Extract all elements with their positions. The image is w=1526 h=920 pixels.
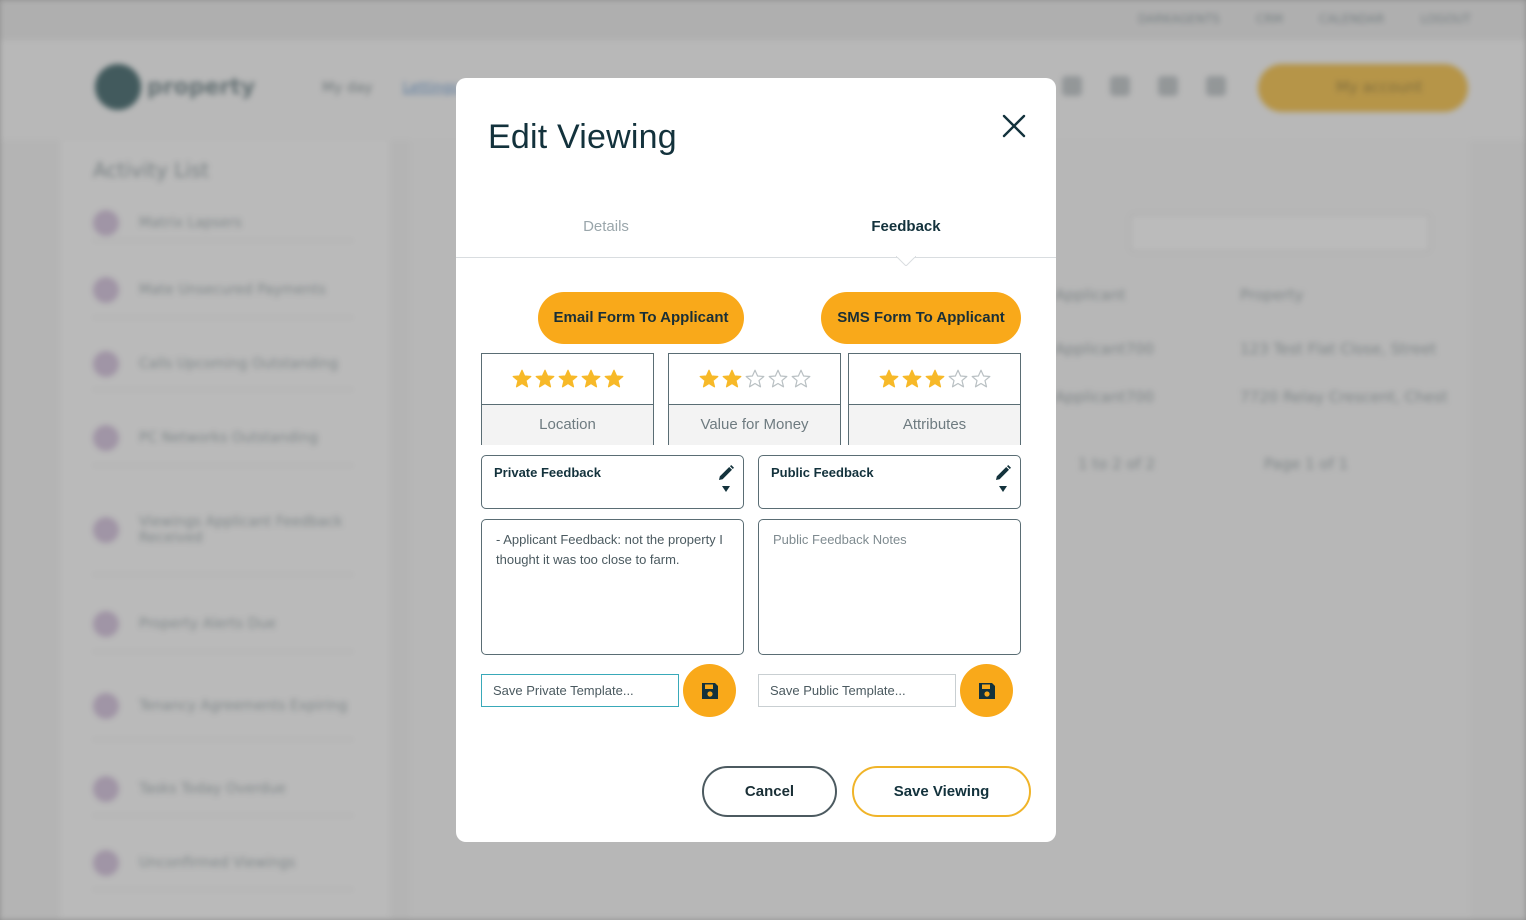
private-feedback-label: Private Feedback	[494, 465, 601, 480]
modal-title: Edit Viewing	[488, 118, 677, 156]
public-template-input[interactable]: Save Public Template...	[758, 674, 956, 707]
star-rating	[669, 354, 840, 405]
cancel-button[interactable]: Cancel	[702, 766, 837, 817]
rating-value-for-money: Value for Money	[668, 353, 841, 445]
pencil-icon[interactable]	[994, 464, 1012, 482]
floppy-disk-icon	[701, 682, 718, 699]
star-icon[interactable]	[722, 369, 742, 389]
star-rating	[849, 354, 1020, 405]
close-button[interactable]	[996, 108, 1032, 144]
rating-location: Location	[481, 353, 654, 445]
sms-form-button[interactable]: SMS Form To Applicant	[821, 292, 1021, 344]
star-icon[interactable]	[699, 369, 719, 389]
star-icon[interactable]	[902, 369, 922, 389]
rating-attributes: Attributes	[848, 353, 1021, 445]
private-feedback-select[interactable]: Private Feedback	[481, 455, 744, 509]
tab-bar: Details Feedback	[456, 218, 1056, 258]
private-template-input[interactable]: Save Private Template...	[481, 674, 679, 707]
close-icon	[1002, 114, 1026, 138]
edit-viewing-modal: Edit Viewing Details Feedback Email Form…	[456, 78, 1056, 842]
star-icon[interactable]	[535, 369, 555, 389]
star-icon[interactable]	[604, 369, 624, 389]
star-icon[interactable]	[948, 369, 968, 389]
star-rating	[482, 354, 653, 405]
star-icon[interactable]	[879, 369, 899, 389]
caret-down-icon[interactable]	[722, 486, 730, 492]
rating-label: Value for Money	[669, 405, 840, 445]
public-feedback-notes[interactable]: Public Feedback Notes	[758, 519, 1021, 655]
floppy-disk-icon	[978, 682, 995, 699]
email-form-button[interactable]: Email Form To Applicant	[538, 292, 744, 344]
rating-label: Attributes	[849, 405, 1020, 445]
caret-down-icon[interactable]	[999, 486, 1007, 492]
rating-label: Location	[482, 405, 653, 445]
star-icon[interactable]	[791, 369, 811, 389]
star-icon[interactable]	[971, 369, 991, 389]
star-icon[interactable]	[768, 369, 788, 389]
tab-details[interactable]: Details	[456, 218, 756, 235]
star-icon[interactable]	[581, 369, 601, 389]
save-viewing-button[interactable]: Save Viewing	[852, 766, 1031, 817]
private-feedback-notes[interactable]: - Applicant Feedback: not the property I…	[481, 519, 744, 655]
public-feedback-select[interactable]: Public Feedback	[758, 455, 1021, 509]
public-feedback-label: Public Feedback	[771, 465, 874, 480]
pencil-icon[interactable]	[717, 464, 735, 482]
star-icon[interactable]	[745, 369, 765, 389]
save-public-template-button[interactable]	[960, 664, 1013, 717]
tab-feedback[interactable]: Feedback	[756, 218, 1056, 235]
active-tab-indicator	[896, 256, 916, 266]
save-private-template-button[interactable]	[683, 664, 736, 717]
star-icon[interactable]	[558, 369, 578, 389]
star-icon[interactable]	[925, 369, 945, 389]
star-icon[interactable]	[512, 369, 532, 389]
